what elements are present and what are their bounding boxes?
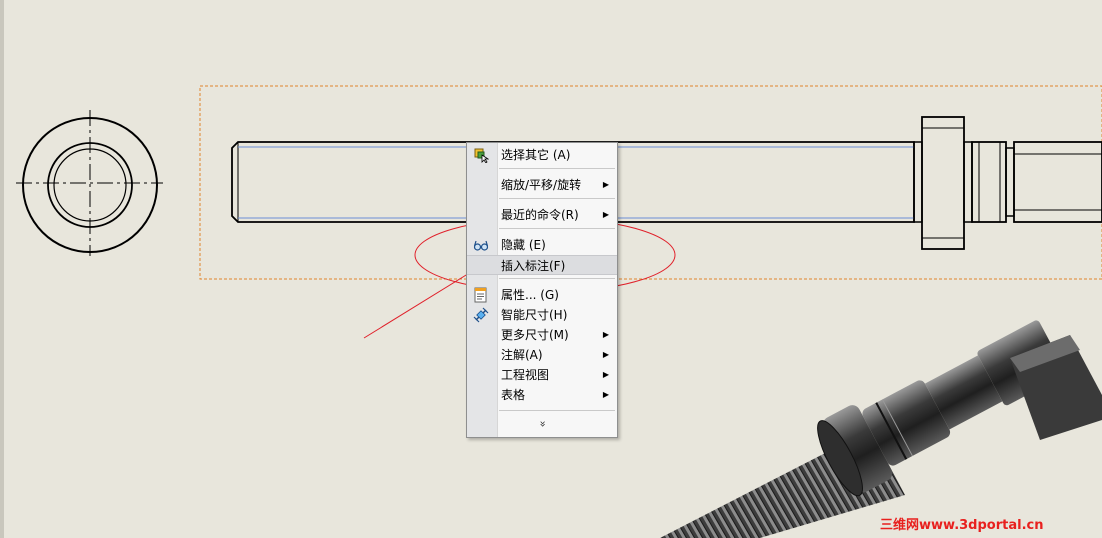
menu-item-zoom-pan-rotate[interactable]: 缩放/平移/旋转 ▶: [467, 175, 617, 195]
menu-item-select-other[interactable]: 选择其它 (A): [467, 145, 617, 165]
submenu-arrow-icon: ▶: [602, 330, 609, 339]
context-menu[interactable]: 选择其它 (A) 缩放/平移/旋转 ▶ 最近的命令(R) ▶ 隐藏 (E) 插入…: [466, 142, 618, 438]
menu-item-properties[interactable]: 属性... (G): [467, 285, 617, 305]
menu-separator: [499, 410, 615, 411]
3d-shaft-model[interactable]: [660, 308, 1102, 538]
menu-item-insert-annotation[interactable]: 插入标注(F): [467, 255, 617, 275]
menu-item-label: 智能尺寸(H): [501, 308, 568, 322]
submenu-arrow-icon: ▶: [602, 390, 609, 399]
watermark-text: 三维网www.3dportal.cn: [880, 518, 1044, 533]
expand-menu-chevron-icon[interactable]: »: [467, 417, 617, 431]
properties-icon: [473, 287, 489, 303]
menu-item-label: 表格: [501, 388, 526, 402]
window-left-border: [0, 0, 4, 538]
menu-item-drawing-views[interactable]: 工程视图 ▶: [467, 365, 617, 385]
menu-item-label: 更多尺寸(M): [501, 328, 569, 342]
menu-separator: [499, 168, 615, 169]
menu-item-label: 最近的命令(R): [501, 208, 579, 222]
submenu-arrow-icon: ▶: [602, 350, 609, 359]
menu-item-label: 隐藏 (E): [501, 238, 546, 252]
menu-item-more-dimensions[interactable]: 更多尺寸(M) ▶: [467, 325, 617, 345]
submenu-arrow-icon: ▶: [602, 370, 609, 379]
menu-item-label: 选择其它 (A): [501, 148, 571, 162]
hide-glasses-icon: [473, 237, 489, 253]
menu-item-tables[interactable]: 表格 ▶: [467, 385, 617, 405]
menu-item-label: 工程视图: [501, 368, 550, 382]
smart-dimension-icon: [473, 307, 489, 323]
menu-item-label: 缩放/平移/旋转: [501, 178, 582, 192]
view-selection-box[interactable]: [199, 85, 1102, 280]
circle-end-view[interactable]: [16, 110, 163, 256]
menu-item-hide[interactable]: 隐藏 (E): [467, 235, 617, 255]
menu-item-smart-dimension[interactable]: 智能尺寸(H): [467, 305, 617, 325]
shaft-side-view[interactable]: [231, 116, 1102, 250]
select-other-icon: [473, 147, 490, 164]
menu-separator: [499, 278, 615, 279]
menu-item-annotations[interactable]: 注解(A) ▶: [467, 345, 617, 365]
submenu-arrow-icon: ▶: [602, 180, 609, 189]
menu-item-recent-commands[interactable]: 最近的命令(R) ▶: [467, 205, 617, 225]
submenu-arrow-icon: ▶: [602, 210, 609, 219]
menu-item-label: 属性... (G): [501, 288, 559, 302]
menu-item-label: 插入标注(F): [501, 259, 566, 273]
menu-item-label: 注解(A): [501, 348, 543, 362]
menu-separator: [499, 198, 615, 199]
menu-separator: [499, 228, 615, 229]
